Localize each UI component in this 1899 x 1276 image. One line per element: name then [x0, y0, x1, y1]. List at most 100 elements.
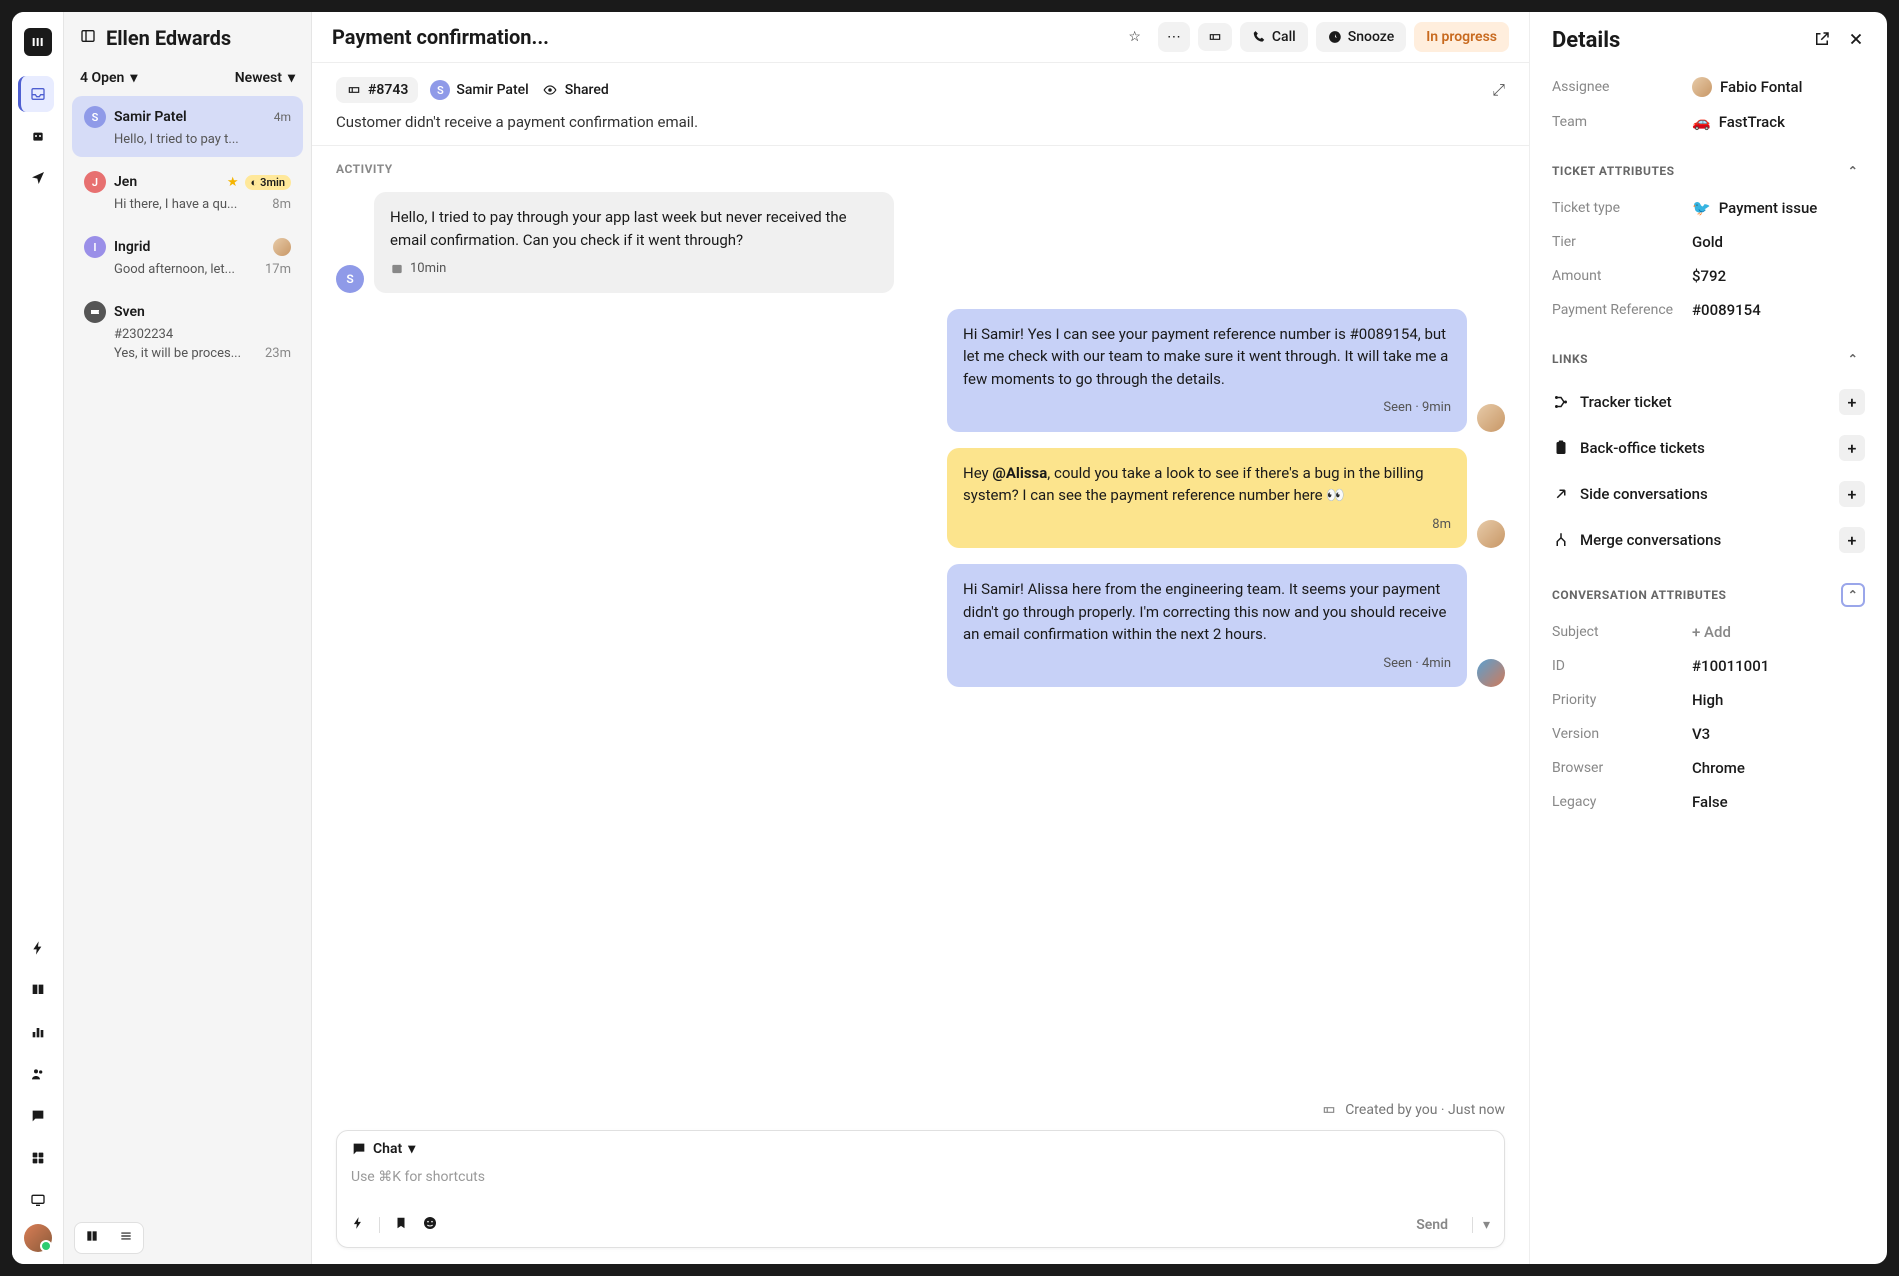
chevron-down-icon: ▾ [288, 70, 295, 86]
chevron-down-icon: ▾ [130, 70, 137, 86]
sidebar-toggle-icon[interactable] [80, 28, 96, 48]
popout-icon[interactable] [1813, 30, 1831, 52]
links-heading: LINKS [1552, 352, 1588, 366]
assignee-value[interactable]: Fabio Fontal [1692, 77, 1802, 97]
bookmark-icon[interactable] [394, 1216, 408, 1234]
send-dropdown[interactable]: ▾ [1472, 1217, 1490, 1233]
conversation-item[interactable]: J Jen ★ ◐3min Hi there, I have a qu... 8… [72, 161, 303, 222]
team-value[interactable]: 🚗 FastTrack [1692, 113, 1785, 131]
message: Hi Samir! Yes I can see your payment ref… [336, 309, 1505, 432]
nav-automation[interactable] [20, 930, 56, 966]
avatar: I [84, 236, 106, 258]
conversation-name: Jen [114, 174, 137, 190]
composer-input[interactable]: Use ⌘K for shortcuts [351, 1163, 1490, 1213]
link-tracker[interactable]: Tracker ticket + [1530, 379, 1887, 425]
mention[interactable]: @Alissa [992, 464, 1047, 482]
attr-label: Priority [1552, 692, 1692, 708]
call-button[interactable]: Call [1240, 22, 1308, 52]
ticket-id-chip[interactable]: #8743 [336, 77, 418, 103]
link-backoffice[interactable]: Back-office tickets + [1530, 425, 1887, 471]
customer-chip[interactable]: S Samir Patel [430, 80, 528, 100]
avatar: S [336, 265, 364, 293]
nav-messenger[interactable] [20, 1098, 56, 1134]
ticket-button[interactable] [1198, 23, 1232, 51]
conversation-name: Ingrid [114, 239, 150, 255]
inbox-sort[interactable]: Newest ▾ [235, 70, 295, 86]
nav-send[interactable] [20, 160, 56, 196]
team-emoji: 🚗 [1692, 113, 1711, 131]
app-logo[interactable] [24, 28, 52, 56]
conversation-preview: Hello, I tried to pay t... [84, 132, 291, 147]
avatar [1477, 520, 1505, 548]
link-merge[interactable]: Merge conversations + [1530, 517, 1887, 563]
inbox-open-filter[interactable]: 4 Open ▾ [80, 70, 137, 86]
user-avatar[interactable] [24, 1224, 52, 1252]
link-side-conversations[interactable]: Side conversations + [1530, 471, 1887, 517]
nav-rail [12, 12, 64, 1264]
status-button[interactable]: In progress [1414, 22, 1509, 52]
conversation-item[interactable]: S Samir Patel 4m Hello, I tried to pay t… [72, 96, 303, 157]
attr-value[interactable]: Chrome [1692, 759, 1745, 777]
add-button[interactable]: + [1839, 527, 1865, 553]
app-root: Ellen Edwards 4 Open ▾ Newest ▾ S Samir … [12, 12, 1887, 1264]
attr-value[interactable]: High [1692, 691, 1723, 709]
send-button[interactable]: Send [1406, 1213, 1458, 1237]
avatar [1477, 659, 1505, 687]
nav-desktop[interactable] [20, 1182, 56, 1218]
nav-articles[interactable] [20, 972, 56, 1008]
avatar [1477, 404, 1505, 432]
conversation-panel: Payment confirmation... ☆ ⋯ Call Snooze … [312, 12, 1529, 1264]
assignee-avatar [273, 238, 291, 256]
nav-apps[interactable] [20, 1140, 56, 1176]
expand-icon[interactable]: ⤢ [1492, 80, 1505, 100]
assignee-label: Assignee [1552, 79, 1692, 95]
attr-label: ID [1552, 658, 1692, 674]
collapse-icon[interactable]: ⌃ [1841, 159, 1865, 183]
snooze-button[interactable]: Snooze [1316, 22, 1406, 52]
attr-value[interactable]: #0089154 [1692, 301, 1761, 319]
message-time: Seen · 4min [1383, 654, 1451, 674]
add-button[interactable]: + [1839, 389, 1865, 415]
conversation-preview: Yes, it will be proces... [114, 346, 241, 361]
star-button[interactable]: ☆ [1119, 22, 1150, 52]
view-split-icon[interactable] [75, 1223, 109, 1253]
nav-contacts[interactable] [20, 1056, 56, 1092]
message: Hi Samir! Alissa here from the engineeri… [336, 564, 1505, 687]
view-list-icon[interactable] [109, 1223, 143, 1253]
attr-value[interactable]: #10011001 [1692, 657, 1769, 675]
close-icon[interactable] [1847, 30, 1865, 52]
shared-indicator[interactable]: Shared [541, 82, 609, 98]
attr-value[interactable]: V3 [1692, 725, 1710, 743]
collapse-icon[interactable]: ⌃ [1841, 347, 1865, 371]
attr-value[interactable]: Gold [1692, 233, 1723, 251]
attr-add[interactable]: + Add [1692, 623, 1731, 641]
nav-bot[interactable] [20, 118, 56, 154]
ticket-icon [84, 301, 106, 323]
message-time: 10min [410, 259, 446, 279]
conversation-list: S Samir Patel 4m Hello, I tried to pay t… [64, 96, 311, 1212]
composer-mode-selector[interactable]: Chat ▾ [351, 1141, 1490, 1157]
attr-label: Tier [1552, 234, 1692, 250]
attr-value[interactable]: 🐦Payment issue [1692, 199, 1817, 217]
conversation-item[interactable]: I Ingrid Good afternoon, let... 17m [72, 226, 303, 287]
more-button[interactable]: ⋯ [1158, 22, 1190, 52]
avatar: J [84, 171, 106, 193]
message-text: Hi Samir! Yes I can see your payment ref… [963, 323, 1451, 391]
nav-reports[interactable] [20, 1014, 56, 1050]
attr-label: Subject [1552, 624, 1692, 640]
team-label: Team [1552, 114, 1692, 130]
emoji-icon[interactable] [422, 1215, 438, 1235]
add-button[interactable]: + [1839, 435, 1865, 461]
conversation-time: 8m [272, 197, 291, 212]
add-button[interactable]: + [1839, 481, 1865, 507]
collapse-icon[interactable]: ⌃ [1841, 583, 1865, 607]
conversation-item[interactable]: Sven #2302234 Yes, it will be proces... … [72, 291, 303, 371]
ticket-description: Customer didn't receive a payment confir… [336, 113, 1505, 131]
inbox-title: Ellen Edwards [106, 26, 231, 50]
details-title: Details [1552, 28, 1620, 53]
attr-value[interactable]: False [1692, 793, 1728, 811]
message: S Hello, I tried to pay through your app… [336, 192, 1505, 293]
attr-value[interactable]: $792 [1692, 267, 1726, 285]
macro-icon[interactable] [351, 1216, 365, 1234]
nav-inbox[interactable] [18, 76, 54, 112]
